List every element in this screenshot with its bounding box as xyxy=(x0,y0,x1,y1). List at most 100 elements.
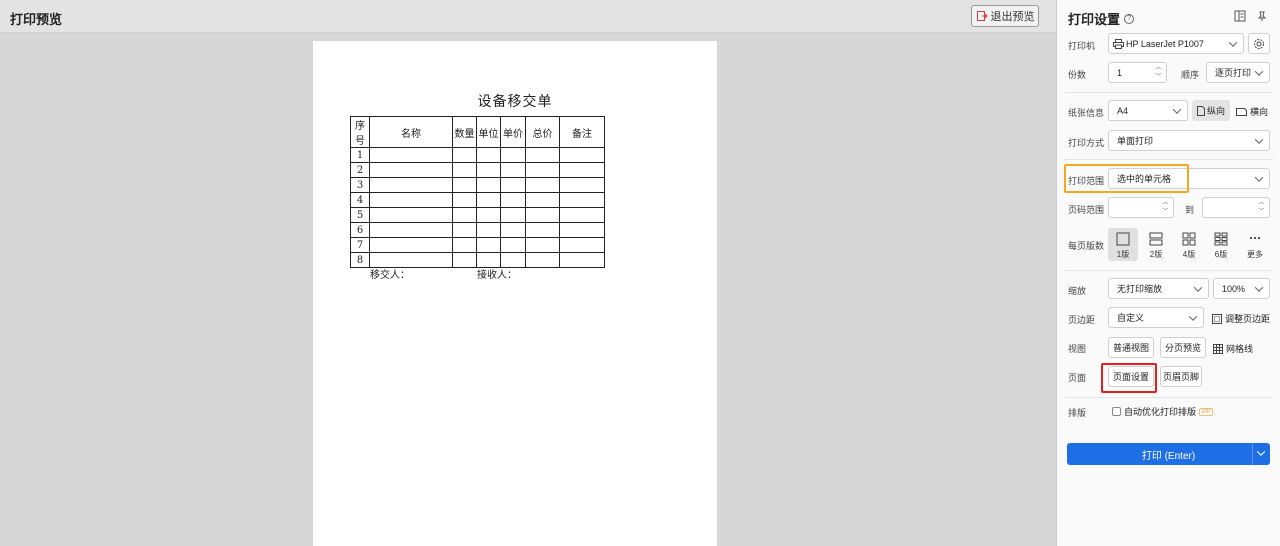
table-row: 3 xyxy=(350,177,605,193)
table-row: 5 xyxy=(350,207,605,223)
margin-select[interactable]: 自定义 xyxy=(1108,307,1204,328)
table-header-cell: 总价 xyxy=(525,116,560,148)
printer-icon xyxy=(1113,38,1124,49)
layout-4-label: 4版 xyxy=(1182,250,1196,259)
more-icon xyxy=(1249,236,1261,240)
layout-6-icon xyxy=(1214,232,1228,246)
gear-icon xyxy=(1254,38,1264,49)
chevron-down-icon xyxy=(1188,312,1198,321)
header-footer-label: 页眉页脚 xyxy=(1162,372,1199,382)
table-row: 4 xyxy=(350,192,605,208)
layout-1-option[interactable]: 1版 xyxy=(1108,228,1138,261)
margin-label: 页边距 xyxy=(1068,315,1096,325)
layout-1-icon xyxy=(1116,232,1130,246)
per-page-label: 每页版数 xyxy=(1068,241,1105,251)
preview-title: 打印预览 xyxy=(10,12,63,27)
handover-label: 移交人： xyxy=(370,270,410,281)
page-range-to-input[interactable]: ︿ ﹀ xyxy=(1202,197,1270,218)
page-range-label: 页码范围 xyxy=(1068,205,1105,215)
layout-more-option[interactable]: 更多 xyxy=(1240,228,1270,261)
print-mode-value: 单面打印 xyxy=(1117,136,1154,146)
printer-select[interactable]: HP LaserJet P1007 xyxy=(1108,33,1244,54)
view-label: 视图 xyxy=(1068,344,1087,354)
print-options-dropdown[interactable] xyxy=(1252,443,1270,465)
table-header-cell: 单位 xyxy=(476,116,501,148)
paper-select[interactable]: A4 xyxy=(1108,100,1188,121)
table-header-cell: 备注 xyxy=(559,116,605,148)
layout-label: 排版 xyxy=(1068,408,1087,418)
layout-toggle-icon[interactable] xyxy=(1234,10,1246,22)
landscape-icon xyxy=(1236,107,1247,116)
page-range-to-label: 到 xyxy=(1185,205,1195,215)
table-row: 2 xyxy=(350,162,605,178)
layout-2-label: 2版 xyxy=(1149,250,1163,259)
scale-select[interactable]: 无打印缩放 xyxy=(1108,278,1209,299)
order-value: 逐页打印 xyxy=(1215,68,1252,78)
chevron-down-icon xyxy=(1254,283,1264,292)
row-number: 5 xyxy=(350,207,370,223)
table-row: 6 xyxy=(350,222,605,238)
row-number: 3 xyxy=(350,177,370,193)
copies-value: 1 xyxy=(1117,67,1123,78)
portrait-button[interactable]: 纵向 xyxy=(1192,100,1230,121)
gridlines-label: 网格线 xyxy=(1226,344,1254,354)
chevron-down-icon xyxy=(1228,38,1238,47)
auto-optimize-checkbox[interactable]: 自动优化打印排版 VIP xyxy=(1112,405,1213,418)
copies-stepper[interactable]: ︿ ﹀ xyxy=(1154,64,1163,81)
row-number: 4 xyxy=(350,192,370,208)
pin-icon[interactable] xyxy=(1256,10,1268,22)
exit-preview-button[interactable]: 退出预览 xyxy=(971,5,1039,27)
order-select[interactable]: 逐页打印 xyxy=(1206,62,1270,83)
layout-4-icon xyxy=(1182,232,1196,246)
panel-title: 打印设置 ? xyxy=(1068,9,1135,28)
gridlines-toggle[interactable]: 网格线 xyxy=(1213,342,1253,355)
layout-2-option[interactable]: 2版 xyxy=(1141,228,1171,261)
page-from-stepper[interactable]: ︿ ﹀ xyxy=(1161,199,1170,216)
help-icon[interactable]: ? xyxy=(1124,13,1135,24)
adjust-margin-button[interactable]: 调整页边距 xyxy=(1212,312,1270,325)
layout-1-label: 1版 xyxy=(1116,250,1130,259)
page-break-label: 分页预览 xyxy=(1164,343,1201,353)
page-label: 页面 xyxy=(1068,373,1087,383)
layout-4-option[interactable]: 4版 xyxy=(1174,228,1204,261)
chevron-down-icon xyxy=(1254,173,1264,182)
print-range-highlight xyxy=(1064,164,1189,193)
normal-view-button[interactable]: 普通视图 xyxy=(1108,337,1154,358)
landscape-button[interactable]: 横向 xyxy=(1236,105,1268,118)
portrait-icon xyxy=(1196,105,1205,116)
portrait-label: 纵向 xyxy=(1206,106,1225,116)
vip-badge: VIP xyxy=(1199,407,1213,416)
layout-6-option[interactable]: 6版 xyxy=(1206,228,1236,261)
chevron-down-icon xyxy=(1254,67,1264,76)
layout-6-label: 6版 xyxy=(1214,250,1228,259)
printer-value: HP LaserJet P1007 xyxy=(1126,38,1204,49)
divider xyxy=(1065,159,1273,160)
copies-label: 份数 xyxy=(1068,70,1087,80)
exit-preview-label: 退出预览 xyxy=(990,11,1035,23)
copies-input[interactable]: 1 ︿ ﹀ xyxy=(1108,62,1167,83)
printer-label: 打印机 xyxy=(1068,41,1096,51)
header-footer-button[interactable]: 页眉页脚 xyxy=(1160,366,1202,387)
divider xyxy=(1065,270,1273,271)
adjust-margin-label: 调整页边距 xyxy=(1225,314,1271,324)
chevron-down-icon xyxy=(1193,283,1203,292)
normal-view-label: 普通视图 xyxy=(1112,343,1149,353)
grid-icon xyxy=(1213,343,1223,354)
margin-value: 自定义 xyxy=(1117,313,1145,323)
page-setup-highlight xyxy=(1101,363,1157,393)
row-number: 7 xyxy=(350,237,370,253)
table-row: 7 xyxy=(350,237,605,253)
checkbox-icon xyxy=(1112,407,1121,416)
document-table: 序号 名称 数量 单位 单价 总价 备注 1 2 3 4 5 6 7 8 xyxy=(350,116,605,268)
divider xyxy=(1065,397,1273,398)
print-button[interactable]: 打印 (Enter) xyxy=(1067,443,1270,465)
zoom-select[interactable]: 100% xyxy=(1213,278,1270,299)
preview-area[interactable]: 设备移交单 序号 名称 数量 单位 单价 总价 备注 1 2 3 4 5 6 7… xyxy=(0,33,1056,546)
page-break-preview-button[interactable]: 分页预览 xyxy=(1160,337,1206,358)
chevron-down-icon xyxy=(1254,135,1264,144)
print-mode-select[interactable]: 单面打印 xyxy=(1108,130,1270,151)
page-range-from-input[interactable]: ︿ ﹀ xyxy=(1108,197,1174,218)
page-to-stepper[interactable]: ︿ ﹀ xyxy=(1257,199,1266,216)
chevron-down-icon xyxy=(1256,447,1266,456)
printer-settings-button[interactable] xyxy=(1248,33,1270,54)
